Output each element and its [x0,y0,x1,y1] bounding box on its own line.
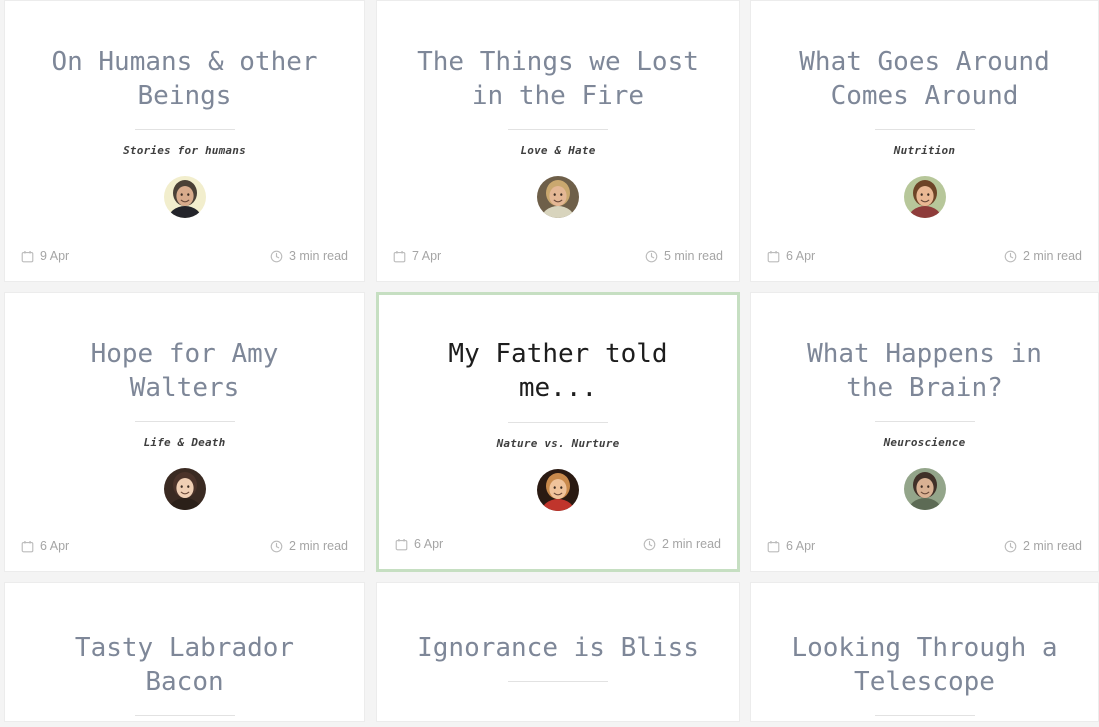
post-meta: 6 Apr 2 min read [751,249,1098,263]
author-avatar[interactable] [903,468,946,510]
title-divider [508,129,608,130]
post-card[interactable]: The Things we Lost in the Fire Love & Hat… [376,0,740,282]
title-divider [134,421,235,422]
post-date: 6 Apr [767,539,815,553]
post-date-label: 6 Apr [414,537,444,551]
calendar-icon [21,540,34,553]
clock-icon [643,538,656,551]
author-avatar[interactable] [163,176,206,218]
post-title: What Happens in the Brain? [807,339,1042,403]
post-card-cell: The Things we Lost in the Fire Love & Hat… [371,0,745,288]
post-title: On Humans & other Beings [51,47,318,111]
calendar-icon [21,250,34,263]
post-subtitle: Life & Death [143,436,226,449]
calendar-icon [393,250,406,263]
post-card-cell: On Humans & other Beings Stories for huma… [0,0,371,288]
calendar-icon [767,250,780,263]
post-card[interactable]: Tasty Labrador Bacon [4,582,365,722]
post-card-cell: What Goes Around Comes Around Nutrition 6… [745,0,1099,288]
post-meta: 6 Apr 2 min read [379,537,737,551]
post-subtitle: Nutrition [893,144,956,157]
clock-icon [270,250,283,263]
title-divider [134,715,235,716]
post-meta: 6 Apr 2 min read [5,539,364,553]
post-read-time-label: 2 min read [1022,539,1082,553]
post-read-time: 2 min read [643,537,721,551]
post-card-cell: Looking Through a Telescope [745,578,1099,722]
calendar-icon [395,538,408,551]
post-meta: 7 Apr 5 min read [377,249,739,263]
title-divider [508,422,608,423]
post-date-label: 9 Apr [40,249,70,263]
title-divider [134,129,235,130]
post-date: 6 Apr [767,249,815,263]
post-card[interactable]: Looking Through a Telescope [750,582,1099,722]
post-read-time: 2 min read [1004,249,1082,263]
post-card[interactable]: Hope for Amy Walters Life & Death 6 Apr 2… [4,292,365,572]
post-card[interactable]: Ignorance is Bliss [376,582,740,722]
post-title: My Father told me... [448,339,668,403]
post-meta: 9 Apr 3 min read [5,249,364,263]
post-date: 7 Apr [393,249,441,263]
post-date: 6 Apr [21,539,69,553]
author-avatar[interactable] [903,176,946,218]
post-subtitle: Nature vs. Nurture [496,437,620,450]
post-date: 6 Apr [395,537,443,551]
post-read-time: 3 min read [270,249,348,263]
post-read-time-label: 2 min read [288,539,348,553]
post-read-time: 2 min read [1004,539,1082,553]
post-date-label: 6 Apr [786,539,816,553]
post-date-label: 6 Apr [40,539,70,553]
post-read-time-label: 2 min read [1022,249,1082,263]
post-read-time: 5 min read [645,249,723,263]
title-divider [874,421,975,422]
author-avatar[interactable] [537,469,579,511]
post-title: Ignorance is Bliss [417,633,699,663]
post-subtitle: Stories for humans [123,144,246,157]
post-read-time-label: 2 min read [661,537,721,551]
title-divider [874,129,975,130]
post-title: What Goes Around Comes Around [799,47,1050,111]
post-title: Looking Through a Telescope [791,633,1058,697]
post-card[interactable]: What Happens in the Brain? Neuroscience 6… [750,292,1099,572]
post-read-time-label: 3 min read [288,249,348,263]
post-date-label: 7 Apr [412,249,442,263]
calendar-icon [767,540,780,553]
post-read-time: 2 min read [270,539,348,553]
post-read-time-label: 5 min read [663,249,723,263]
clock-icon [270,540,283,553]
clock-icon [1004,540,1017,553]
post-card-selected[interactable]: My Father told me... Nature vs. Nurture 6… [376,292,740,572]
author-avatar[interactable] [537,176,579,218]
post-title: Hope for Amy Walters [90,339,279,403]
post-card-cell: My Father told me... Nature vs. Nurture 6… [371,288,745,578]
post-card-cell: Hope for Amy Walters Life & Death 6 Apr 2… [0,288,371,578]
post-card-grid: On Humans & other Beings Stories for huma… [0,0,1099,727]
post-subtitle: Love & Hate [520,144,596,157]
post-meta: 6 Apr 2 min read [751,539,1098,553]
title-divider [874,715,975,716]
author-avatar[interactable] [163,468,206,510]
post-date: 9 Apr [21,249,69,263]
post-card[interactable]: On Humans & other Beings Stories for huma… [4,0,365,282]
post-title: Tasty Labrador Bacon [74,633,295,697]
post-card-cell: What Happens in the Brain? Neuroscience 6… [745,288,1099,578]
post-date-label: 6 Apr [786,249,816,263]
post-subtitle: Neuroscience [883,436,966,449]
clock-icon [1004,250,1017,263]
clock-icon [645,250,658,263]
post-card[interactable]: What Goes Around Comes Around Nutrition 6… [750,0,1099,282]
post-title: The Things we Lost in the Fire [417,47,699,111]
post-card-cell: Tasty Labrador Bacon [0,578,371,722]
post-card-cell: Ignorance is Bliss [371,578,745,722]
title-divider [508,681,608,682]
